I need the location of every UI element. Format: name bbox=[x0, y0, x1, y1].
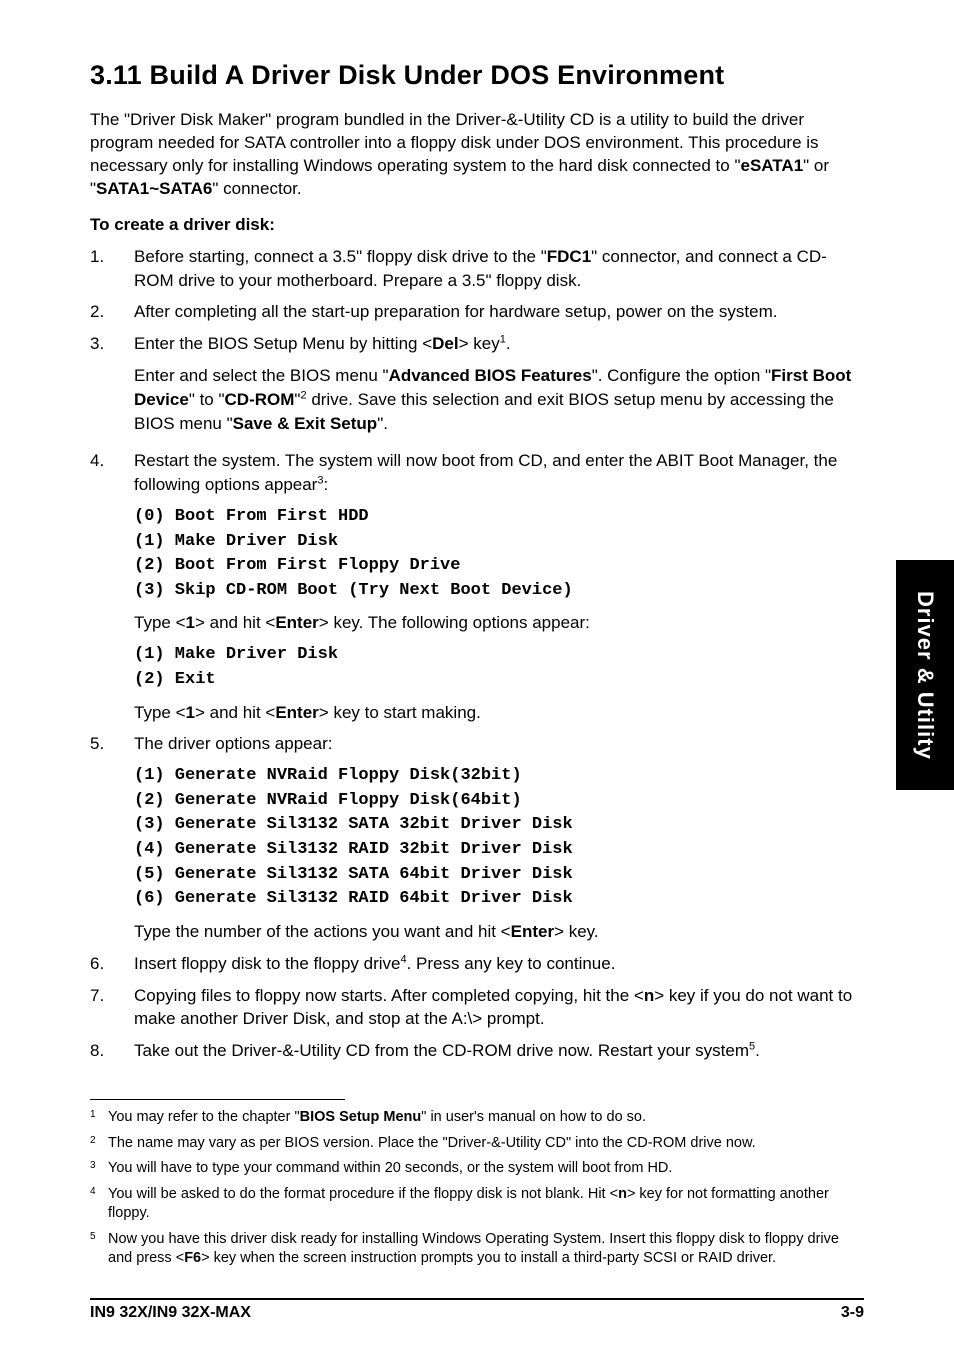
footnotes-separator bbox=[90, 1099, 345, 1100]
step-5: The driver options appear: (1) Generate … bbox=[90, 732, 864, 943]
text: Del bbox=[432, 334, 458, 353]
step-2: After completing all the start-up prepar… bbox=[90, 300, 864, 324]
intro-paragraph: The "Driver Disk Maker" program bundled … bbox=[90, 109, 864, 201]
footer-left: IN9 32X/IN9 32X-MAX bbox=[90, 1304, 251, 1322]
footnote-1: 1 You may refer to the chapter "BIOS Set… bbox=[90, 1108, 864, 1128]
text: Take out the Driver-&-Utility CD from th… bbox=[134, 1041, 749, 1060]
text: F6 bbox=[184, 1250, 201, 1266]
text: eSATA1 bbox=[740, 156, 803, 175]
text: ". bbox=[377, 414, 388, 433]
text: > key. The following options appear: bbox=[319, 613, 590, 632]
text: > key when the screen instruction prompt… bbox=[201, 1250, 776, 1266]
text: > and hit < bbox=[195, 613, 275, 632]
text: Advanced BIOS Features bbox=[389, 366, 592, 385]
text: Save & Exit Setup bbox=[233, 414, 378, 433]
text: You may refer to the chapter " bbox=[108, 1109, 300, 1125]
text: Before starting, connect a 3.5" floppy d… bbox=[134, 247, 547, 266]
footnote-number: 1 bbox=[90, 1108, 96, 1122]
text: Type < bbox=[134, 703, 186, 722]
boot-options-1: (0) Boot From First HDD (1) Make Driver … bbox=[134, 505, 864, 604]
footnote-number: 3 bbox=[90, 1159, 96, 1173]
side-tab-label: Driver & Utility bbox=[912, 591, 938, 760]
text: The "Driver Disk Maker" program bundled … bbox=[90, 110, 819, 175]
text: > key. bbox=[554, 922, 599, 941]
text: CD-ROM bbox=[225, 390, 295, 409]
text: Enter bbox=[275, 613, 318, 632]
text: Enter bbox=[275, 703, 318, 722]
footnote-2: 2 The name may vary as per BIOS version.… bbox=[90, 1134, 864, 1154]
text: FDC1 bbox=[547, 247, 591, 266]
page-footer: IN9 32X/IN9 32X-MAX 3-9 bbox=[90, 1298, 864, 1322]
text: 1 bbox=[186, 613, 195, 632]
footnote-number: 5 bbox=[90, 1230, 96, 1244]
text: BIOS Setup Menu bbox=[300, 1109, 422, 1125]
boot-options-2: (1) Make Driver Disk (2) Exit bbox=[134, 643, 864, 692]
text: ". Configure the option " bbox=[592, 366, 771, 385]
text: Enter the BIOS Setup Menu by hitting < bbox=[134, 334, 432, 353]
footnote-5: 5 Now you have this driver disk ready fo… bbox=[90, 1230, 864, 1269]
text: Restart the system. The system will now … bbox=[134, 451, 837, 494]
text: . Press any key to continue. bbox=[407, 954, 616, 973]
text: The name may vary as per BIOS version. P… bbox=[108, 1135, 756, 1151]
text: You will have to type your command withi… bbox=[108, 1160, 672, 1176]
text: SATA1~SATA6 bbox=[96, 179, 212, 198]
footnote-number: 2 bbox=[90, 1134, 96, 1148]
text: You will be asked to do the format proce… bbox=[108, 1186, 618, 1202]
subheading: To create a driver disk: bbox=[90, 215, 864, 235]
step-3: Enter the BIOS Setup Menu by hitting <De… bbox=[90, 332, 864, 435]
footnote-3: 3 You will have to type your command wit… bbox=[90, 1159, 864, 1179]
step-7: Copying files to floppy now starts. Afte… bbox=[90, 984, 864, 1032]
text: " connector. bbox=[212, 179, 301, 198]
step-4: Restart the system. The system will now … bbox=[90, 449, 864, 724]
text: The driver options appear: bbox=[134, 734, 332, 753]
step-1: Before starting, connect a 3.5" floppy d… bbox=[90, 245, 864, 293]
text: n bbox=[644, 986, 654, 1005]
side-tab: Driver & Utility bbox=[896, 560, 954, 790]
text: n bbox=[618, 1186, 627, 1202]
footnote-number: 4 bbox=[90, 1185, 96, 1199]
text: Type the number of the actions you want … bbox=[134, 922, 511, 941]
text: Copying files to floppy now starts. Afte… bbox=[134, 986, 644, 1005]
text: . bbox=[506, 334, 511, 353]
text: : bbox=[323, 475, 328, 494]
footer-right: 3-9 bbox=[841, 1304, 864, 1322]
text: After completing all the start-up prepar… bbox=[134, 302, 778, 321]
section-title: 3.11 Build A Driver Disk Under DOS Envir… bbox=[90, 60, 864, 91]
text: Type < bbox=[134, 613, 186, 632]
step-8: Take out the Driver-&-Utility CD from th… bbox=[90, 1039, 864, 1063]
text: > key bbox=[459, 334, 500, 353]
text: " to " bbox=[189, 390, 225, 409]
steps-list: Before starting, connect a 3.5" floppy d… bbox=[90, 245, 864, 1063]
text: " in user's manual on how to do so. bbox=[421, 1109, 646, 1125]
text: 1 bbox=[186, 703, 195, 722]
driver-options: (1) Generate NVRaid Floppy Disk(32bit) (… bbox=[134, 764, 864, 912]
footnote-4: 4 You will be asked to do the format pro… bbox=[90, 1185, 864, 1224]
text: > and hit < bbox=[195, 703, 275, 722]
step-6: Insert floppy disk to the floppy drive4.… bbox=[90, 952, 864, 976]
document-page: Driver & Utility 3.11 Build A Driver Dis… bbox=[0, 0, 954, 1352]
text: Enter and select the BIOS menu " bbox=[134, 366, 389, 385]
text: . bbox=[755, 1041, 760, 1060]
text: > key to start making. bbox=[319, 703, 481, 722]
text: Insert floppy disk to the floppy drive bbox=[134, 954, 400, 973]
footnotes: 1 You may refer to the chapter "BIOS Set… bbox=[90, 1108, 864, 1269]
text: Enter bbox=[511, 922, 554, 941]
